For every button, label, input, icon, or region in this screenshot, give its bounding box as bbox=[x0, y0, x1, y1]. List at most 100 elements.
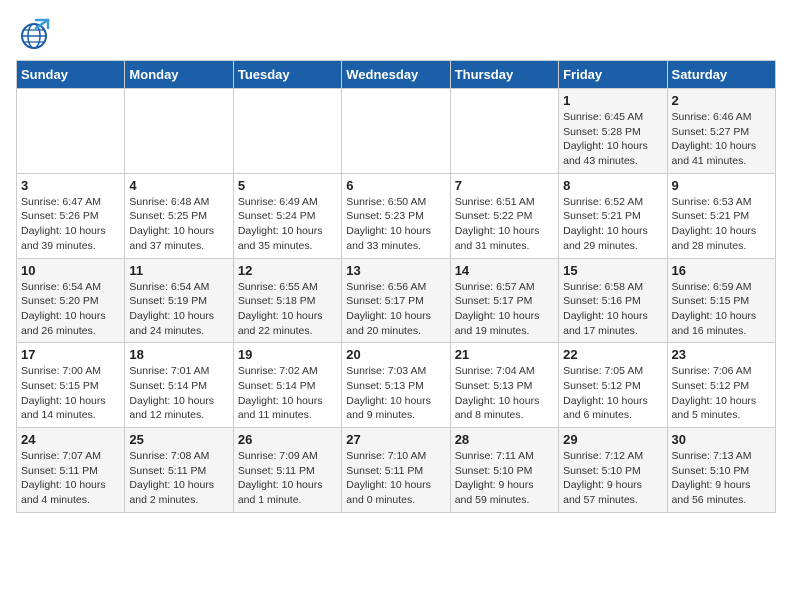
day-number: 17 bbox=[21, 347, 120, 362]
day-cell: 27 Sunrise: 7:10 AMSunset: 5:11 PMDayligh… bbox=[342, 428, 450, 513]
day-number: 20 bbox=[346, 347, 445, 362]
day-cell: 24Sunrise: 7:07 AMSunset: 5:11 PMDayligh… bbox=[17, 428, 125, 513]
day-number: 7 bbox=[455, 178, 554, 193]
week-row-5: 24Sunrise: 7:07 AMSunset: 5:11 PMDayligh… bbox=[17, 428, 776, 513]
day-info: Sunrise: 7:06 AMSunset: 5:12 PMDaylight:… bbox=[672, 364, 771, 423]
day-number: 13 bbox=[346, 263, 445, 278]
day-cell: 15 Sunrise: 6:58 AMSunset: 5:16 PMDayligh… bbox=[559, 258, 667, 343]
day-number: 5 bbox=[238, 178, 337, 193]
day-info: Sunrise: 6:53 AMSunset: 5:21 PMDaylight:… bbox=[672, 195, 771, 254]
day-number: 10 bbox=[21, 263, 120, 278]
day-number: 18 bbox=[129, 347, 228, 362]
logo bbox=[16, 16, 58, 52]
day-cell bbox=[233, 89, 341, 174]
day-info: Sunrise: 7:02 AMSunset: 5:14 PMDaylight:… bbox=[238, 364, 337, 423]
day-info: Sunrise: 6:59 AMSunset: 5:15 PMDaylight:… bbox=[672, 280, 771, 339]
day-info: Sunrise: 6:56 AMSunset: 5:17 PMDaylight:… bbox=[346, 280, 445, 339]
day-cell: 26 Sunrise: 7:09 AMSunset: 5:11 PMDayligh… bbox=[233, 428, 341, 513]
day-info: Sunrise: 6:51 AMSunset: 5:22 PMDaylight:… bbox=[455, 195, 554, 254]
day-number: 4 bbox=[129, 178, 228, 193]
page-header bbox=[16, 16, 776, 52]
day-number: 15 bbox=[563, 263, 662, 278]
week-row-3: 10 Sunrise: 6:54 AMSunset: 5:20 PMDayligh… bbox=[17, 258, 776, 343]
week-row-4: 17 Sunrise: 7:00 AMSunset: 5:15 PMDayligh… bbox=[17, 343, 776, 428]
day-cell: 25 Sunrise: 7:08 AMSunset: 5:11 PMDayligh… bbox=[125, 428, 233, 513]
day-number: 8 bbox=[563, 178, 662, 193]
day-number: 29 bbox=[563, 432, 662, 447]
day-info: Sunrise: 7:03 AMSunset: 5:13 PMDaylight:… bbox=[346, 364, 445, 423]
day-info: Sunrise: 7:04 AMSunset: 5:13 PMDaylight:… bbox=[455, 364, 554, 423]
day-number: 26 bbox=[238, 432, 337, 447]
weekday-header-sunday: Sunday bbox=[17, 61, 125, 89]
day-info: Sunrise: 7:11 AMSunset: 5:10 PMDaylight:… bbox=[455, 449, 554, 508]
day-cell bbox=[450, 89, 558, 174]
day-info: Sunrise: 6:54 AMSunset: 5:20 PMDaylight:… bbox=[21, 280, 120, 339]
day-cell bbox=[342, 89, 450, 174]
day-info: Sunrise: 6:55 AMSunset: 5:18 PMDaylight:… bbox=[238, 280, 337, 339]
day-number: 19 bbox=[238, 347, 337, 362]
day-number: 22 bbox=[563, 347, 662, 362]
day-cell: 5 Sunrise: 6:49 AMSunset: 5:24 PMDaylight… bbox=[233, 173, 341, 258]
weekday-header-wednesday: Wednesday bbox=[342, 61, 450, 89]
day-cell: 9 Sunrise: 6:53 AMSunset: 5:21 PMDaylight… bbox=[667, 173, 775, 258]
day-number: 27 bbox=[346, 432, 445, 447]
day-info: Sunrise: 6:50 AMSunset: 5:23 PMDaylight:… bbox=[346, 195, 445, 254]
weekday-header-friday: Friday bbox=[559, 61, 667, 89]
day-number: 1 bbox=[563, 93, 662, 108]
day-number: 11 bbox=[129, 263, 228, 278]
day-cell: 2Sunrise: 6:46 AMSunset: 5:27 PMDaylight… bbox=[667, 89, 775, 174]
day-number: 6 bbox=[346, 178, 445, 193]
day-cell: 18Sunrise: 7:01 AMSunset: 5:14 PMDayligh… bbox=[125, 343, 233, 428]
header-row: SundayMondayTuesdayWednesdayThursdayFrid… bbox=[17, 61, 776, 89]
weekday-header-saturday: Saturday bbox=[667, 61, 775, 89]
weekday-header-monday: Monday bbox=[125, 61, 233, 89]
day-number: 9 bbox=[672, 178, 771, 193]
day-info: Sunrise: 6:54 AMSunset: 5:19 PMDaylight:… bbox=[129, 280, 228, 339]
day-cell: 3 Sunrise: 6:47 AMSunset: 5:26 PMDaylight… bbox=[17, 173, 125, 258]
day-info: Sunrise: 7:05 AMSunset: 5:12 PMDaylight:… bbox=[563, 364, 662, 423]
day-info: Sunrise: 6:49 AMSunset: 5:24 PMDaylight:… bbox=[238, 195, 337, 254]
day-number: 23 bbox=[672, 347, 771, 362]
day-cell: 23 Sunrise: 7:06 AMSunset: 5:12 PMDayligh… bbox=[667, 343, 775, 428]
day-number: 2 bbox=[672, 93, 771, 108]
day-number: 3 bbox=[21, 178, 120, 193]
day-number: 21 bbox=[455, 347, 554, 362]
day-info: Sunrise: 6:45 AMSunset: 5:28 PMDaylight:… bbox=[563, 110, 662, 169]
day-info: Sunrise: 7:00 AMSunset: 5:15 PMDaylight:… bbox=[21, 364, 120, 423]
day-info: Sunrise: 7:13 AMSunset: 5:10 PMDaylight:… bbox=[672, 449, 771, 508]
day-cell: 20 Sunrise: 7:03 AMSunset: 5:13 PMDayligh… bbox=[342, 343, 450, 428]
day-info: Sunrise: 6:52 AMSunset: 5:21 PMDaylight:… bbox=[563, 195, 662, 254]
day-number: 14 bbox=[455, 263, 554, 278]
day-info: Sunrise: 7:12 AMSunset: 5:10 PMDaylight:… bbox=[563, 449, 662, 508]
day-cell: 13 Sunrise: 6:56 AMSunset: 5:17 PMDayligh… bbox=[342, 258, 450, 343]
day-info: Sunrise: 6:58 AMSunset: 5:16 PMDaylight:… bbox=[563, 280, 662, 339]
day-cell: 14 Sunrise: 6:57 AMSunset: 5:17 PMDayligh… bbox=[450, 258, 558, 343]
day-cell: 30 Sunrise: 7:13 AMSunset: 5:10 PMDayligh… bbox=[667, 428, 775, 513]
week-row-1: 1 Sunrise: 6:45 AMSunset: 5:28 PMDaylight… bbox=[17, 89, 776, 174]
day-cell: 6 Sunrise: 6:50 AMSunset: 5:23 PMDaylight… bbox=[342, 173, 450, 258]
day-number: 25 bbox=[129, 432, 228, 447]
day-info: Sunrise: 6:57 AMSunset: 5:17 PMDaylight:… bbox=[455, 280, 554, 339]
day-cell: 10 Sunrise: 6:54 AMSunset: 5:20 PMDayligh… bbox=[17, 258, 125, 343]
day-cell: 21 Sunrise: 7:04 AMSunset: 5:13 PMDayligh… bbox=[450, 343, 558, 428]
day-cell: 22 Sunrise: 7:05 AMSunset: 5:12 PMDayligh… bbox=[559, 343, 667, 428]
day-cell: 1 Sunrise: 6:45 AMSunset: 5:28 PMDaylight… bbox=[559, 89, 667, 174]
day-info: Sunrise: 6:47 AMSunset: 5:26 PMDaylight:… bbox=[21, 195, 120, 254]
day-info: Sunrise: 6:48 AMSunset: 5:25 PMDaylight:… bbox=[129, 195, 228, 254]
day-info: Sunrise: 7:10 AMSunset: 5:11 PMDaylight:… bbox=[346, 449, 445, 508]
day-cell: 12Sunrise: 6:55 AMSunset: 5:18 PMDayligh… bbox=[233, 258, 341, 343]
day-cell: 16 Sunrise: 6:59 AMSunset: 5:15 PMDayligh… bbox=[667, 258, 775, 343]
day-info: Sunrise: 7:07 AMSunset: 5:11 PMDaylight:… bbox=[21, 449, 120, 508]
day-cell: 11 Sunrise: 6:54 AMSunset: 5:19 PMDayligh… bbox=[125, 258, 233, 343]
day-cell: 28Sunrise: 7:11 AMSunset: 5:10 PMDayligh… bbox=[450, 428, 558, 513]
day-cell: 4 Sunrise: 6:48 AMSunset: 5:25 PMDaylight… bbox=[125, 173, 233, 258]
weekday-header-tuesday: Tuesday bbox=[233, 61, 341, 89]
day-info: Sunrise: 7:08 AMSunset: 5:11 PMDaylight:… bbox=[129, 449, 228, 508]
day-cell: 17 Sunrise: 7:00 AMSunset: 5:15 PMDayligh… bbox=[17, 343, 125, 428]
day-info: Sunrise: 7:09 AMSunset: 5:11 PMDaylight:… bbox=[238, 449, 337, 508]
week-row-2: 3 Sunrise: 6:47 AMSunset: 5:26 PMDaylight… bbox=[17, 173, 776, 258]
day-cell: 8 Sunrise: 6:52 AMSunset: 5:21 PMDaylight… bbox=[559, 173, 667, 258]
day-number: 30 bbox=[672, 432, 771, 447]
day-cell: 19 Sunrise: 7:02 AMSunset: 5:14 PMDayligh… bbox=[233, 343, 341, 428]
day-number: 16 bbox=[672, 263, 771, 278]
